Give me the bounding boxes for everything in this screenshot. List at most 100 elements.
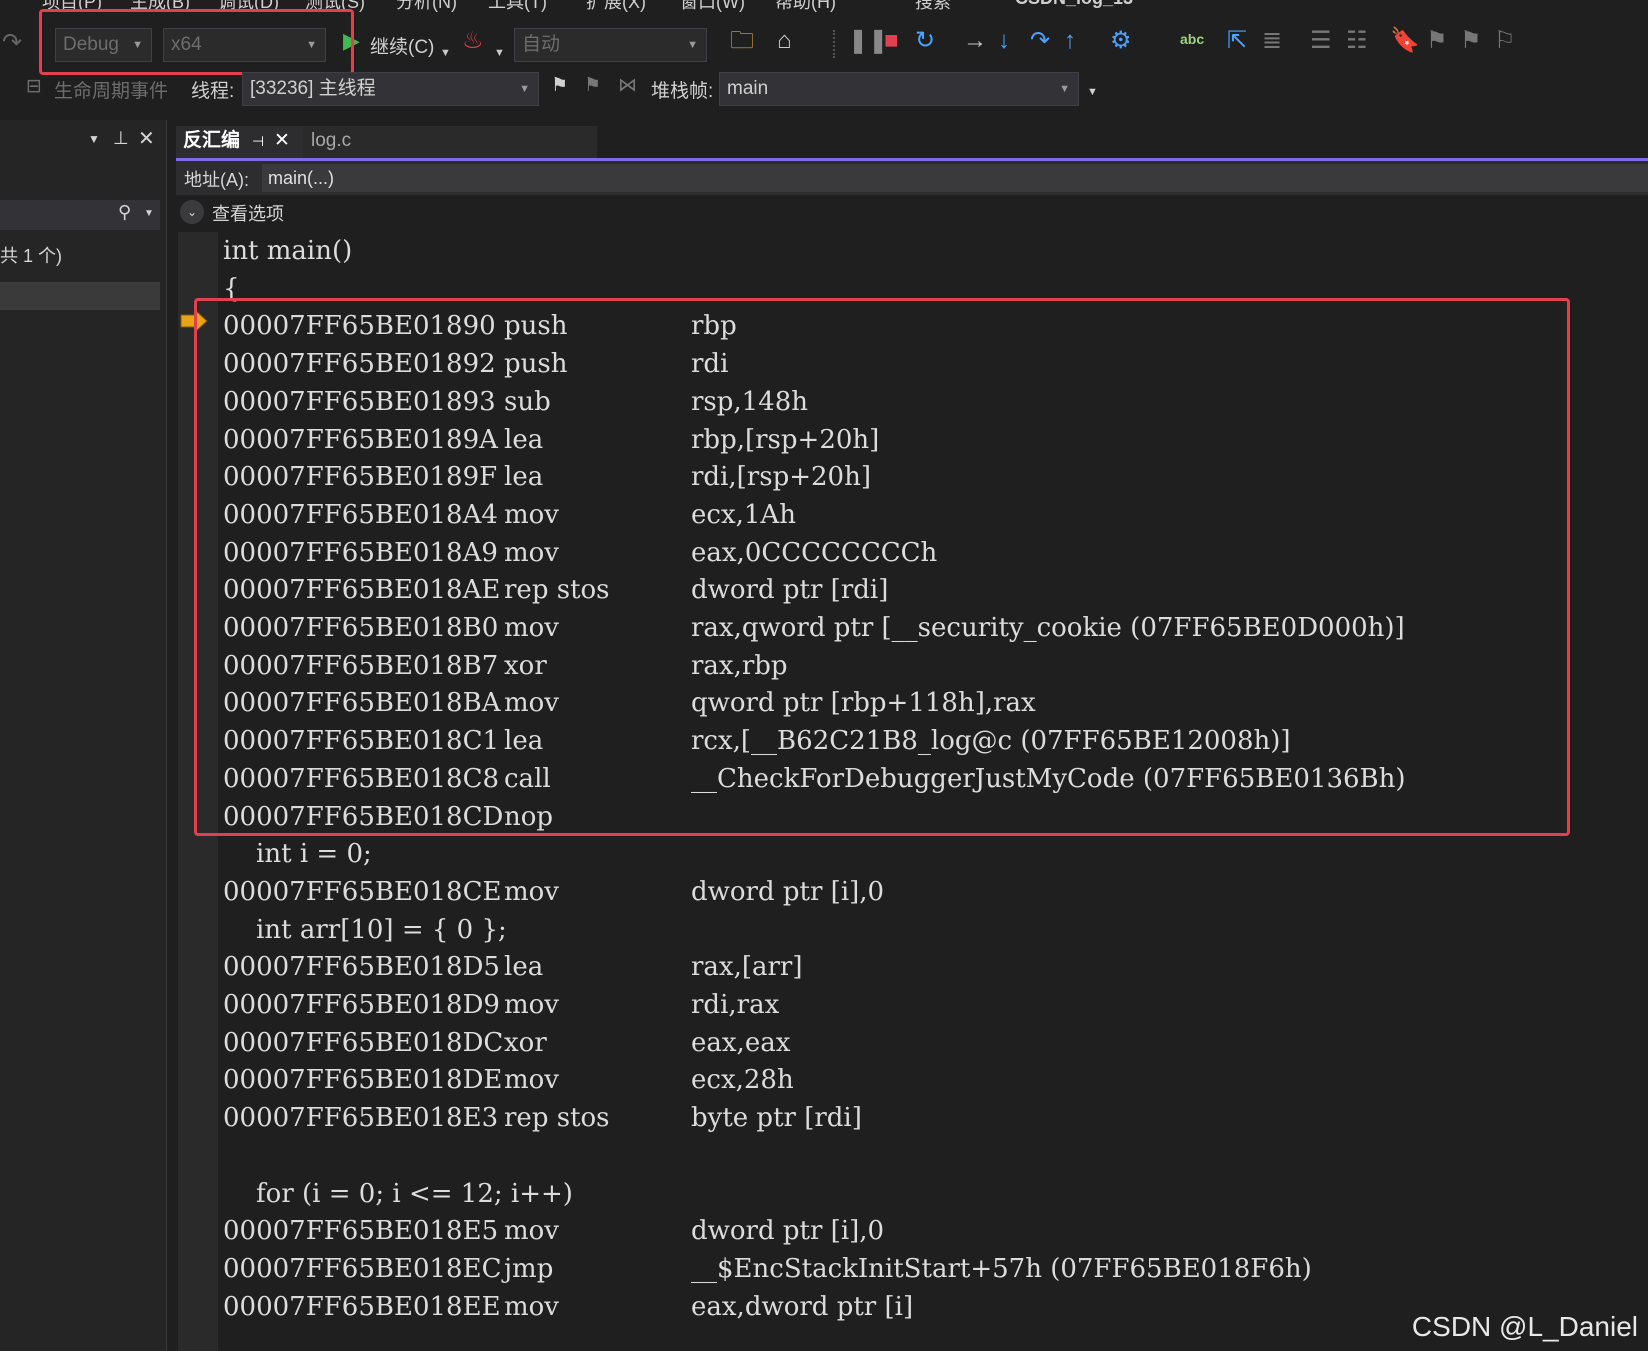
lifecycle-events-icon[interactable]: ⊟ <box>26 75 42 98</box>
prev-bookmark-icon[interactable]: ⚑ <box>1426 26 1448 56</box>
asm-address: 00007FF65BE018D5 <box>223 952 500 983</box>
tab-disassembly-label: 反汇编 <box>183 130 241 151</box>
thread-icon[interactable]: ≣ <box>1262 26 1282 56</box>
menu-window[interactable]: 窗口(W) <box>680 0 745 14</box>
view-options-label: 查看选项 <box>212 204 284 224</box>
asm-operands: rdi,rax <box>691 990 780 1020</box>
chevron-down-icon: ▼ <box>519 83 530 95</box>
watermark: CSDN @L_Daniel <box>1411 1311 1638 1342</box>
bookmark-icon[interactable]: 🔖 <box>1390 26 1420 56</box>
asm-operands: eax,dword ptr [i] <box>691 1291 914 1322</box>
toolbar-overflow-icon[interactable]: ▼ <box>1087 86 1098 98</box>
asm-address: 00007FF65BE018E5 <box>223 1216 499 1247</box>
chevron-down-icon: ⌄ <box>180 200 204 224</box>
tab-disassembly[interactable]: 反汇编 ⊣ ✕ <box>176 126 303 158</box>
asm-mnemonic: xor <box>504 1027 547 1058</box>
debug-location-toolbar: ⊟ 生命周期事件 线程: [33236] 主线程 ▼ ⚑ ⚑ ⋈ 堆栈帧: ma… <box>0 72 1648 120</box>
step-over-icon[interactable]: ↷ <box>1030 26 1050 56</box>
search-box[interactable]: 搜索 <box>915 0 951 14</box>
close-icon[interactable]: ✕ <box>138 126 155 151</box>
tab-log-c-label: log.c <box>311 130 352 151</box>
menu-tools[interactable]: 工具(T) <box>488 0 547 14</box>
show-next-statement-icon[interactable]: → <box>963 26 987 56</box>
left-tool-window: ▼ ⊥ ✕ ⚲ ▼ 共 1 个) <box>0 120 167 1351</box>
folder-icon[interactable]: 🗀 <box>730 26 754 56</box>
asm-mnemonic: mov <box>504 1291 559 1322</box>
menu-extensions[interactable]: 扩展(X) <box>586 0 646 14</box>
config-highlight-box <box>39 9 354 75</box>
search-input[interactable]: ⚲ ▼ <box>0 200 160 230</box>
asm-operands: eax,eax <box>691 1027 791 1058</box>
pin-icon[interactable]: ⊣ <box>252 126 264 156</box>
clear-bookmarks-icon[interactable]: ⚐ <box>1494 26 1516 56</box>
asm-operands: byte ptr [rdi] <box>691 1103 862 1134</box>
source-line[interactable]: int main() <box>223 232 352 270</box>
toolbar-grip[interactable] <box>833 30 837 58</box>
thread-combo[interactable]: [33236] 主线程 ▼ <box>242 72 539 106</box>
asm-address: 00007FF65BE018DE <box>223 1065 503 1096</box>
solution-name: CSDN_log_13 <box>1015 0 1133 9</box>
asm-address: 00007FF65BE018DC <box>223 1027 504 1058</box>
asm-address: 00007FF65BE018E3 <box>223 1103 499 1134</box>
flag-icon[interactable]: ⚑ <box>551 74 568 97</box>
chevron-down-icon: ▼ <box>1059 83 1070 95</box>
continue-button[interactable]: 继续(C) <box>370 32 434 59</box>
source-line[interactable]: int arr[10] = { 0 }; <box>223 911 507 949</box>
break-all-icon[interactable]: ❚❚ <box>848 26 888 56</box>
auto-combo[interactable]: 自动 ▼ <box>514 28 707 62</box>
asm-operands: ecx,28h <box>691 1065 794 1096</box>
asm-mnemonic: rep stos <box>504 1103 610 1134</box>
next-bookmark-icon[interactable]: ⚑ <box>1460 26 1482 56</box>
chevron-down-icon[interactable]: ▼ <box>440 38 451 68</box>
document-tabs: 反汇编 ⊣ ✕ log.c <box>176 126 1648 158</box>
cursor-icon[interactable]: ⇱ <box>1227 26 1247 56</box>
prologue-highlight-box <box>194 298 1570 836</box>
comment-icon[interactable]: ☷ <box>1346 26 1368 56</box>
asm-operands: __$EncStackInitStart+57h (07FF65BE018F6h… <box>691 1253 1312 1284</box>
stop-icon[interactable]: ■ <box>884 26 899 56</box>
asm-mnemonic: lea <box>504 952 544 983</box>
stack-frame-value: main <box>727 78 769 99</box>
address-label: 地址(A): <box>184 170 249 190</box>
hot-reload-icon[interactable]: ♨ <box>462 26 484 56</box>
diagnostics-icon[interactable]: ⌂ <box>777 26 792 56</box>
list-item[interactable] <box>0 282 160 310</box>
address-input[interactable]: main(...) <box>262 164 1648 192</box>
asm-mnemonic: mov <box>504 1216 559 1247</box>
asm-operands: dword ptr [i],0 <box>691 876 885 907</box>
filter-icon[interactable]: ⋈ <box>618 74 637 97</box>
spellcheck-icon[interactable]: abc <box>1180 24 1204 54</box>
asm-operands: dword ptr [i],0 <box>691 1216 885 1247</box>
pin-icon[interactable]: ⊥ <box>113 128 129 149</box>
lifecycle-events-label[interactable]: 生命周期事件 <box>54 76 168 103</box>
indent-icon[interactable]: ☰ <box>1310 26 1332 56</box>
stack-frame-label: 堆栈帧: <box>651 81 714 102</box>
asm-address: 00007FF65BE018EC <box>223 1253 502 1284</box>
asm-mnemonic: mov <box>504 1065 559 1096</box>
result-count: 共 1 个) <box>0 246 63 266</box>
chevron-down-icon[interactable]: ▼ <box>88 132 100 146</box>
restart-icon[interactable]: ↻ <box>915 26 935 56</box>
step-into-icon[interactable]: ↓ <box>998 26 1010 56</box>
tab-log-c[interactable]: log.c <box>303 126 597 158</box>
stack-frame-combo[interactable]: main ▼ <box>719 72 1079 106</box>
chevron-down-icon: ▼ <box>687 39 698 51</box>
asm-mnemonic: mov <box>504 990 559 1020</box>
address-bar: 地址(A): main(...) <box>176 161 1648 195</box>
search-icon: ⚲ <box>118 202 132 222</box>
menu-analyze[interactable]: 分析(N) <box>396 0 457 14</box>
chevron-down-icon[interactable]: ▼ <box>494 38 505 68</box>
redo-icon[interactable]: ↷ <box>2 28 22 58</box>
asm-mnemonic: jmp <box>504 1253 554 1284</box>
menu-help[interactable]: 帮助(H) <box>775 0 836 14</box>
thread-label: 线程: <box>191 81 235 102</box>
source-line[interactable]: int i = 0; <box>223 835 372 873</box>
thread-value: [33236] 主线程 <box>250 78 376 99</box>
step-out-icon[interactable]: ↑ <box>1064 26 1076 56</box>
hex-display-icon[interactable]: ⚙ <box>1110 26 1132 56</box>
asm-mnemonic: mov <box>504 876 559 907</box>
close-icon[interactable]: ✕ <box>274 126 290 156</box>
flag-threads-icon[interactable]: ⚑ <box>584 74 601 97</box>
source-line[interactable]: for (i = 0; i <= 12; i++) <box>223 1175 573 1213</box>
asm-operands: rax,[arr] <box>691 952 803 983</box>
